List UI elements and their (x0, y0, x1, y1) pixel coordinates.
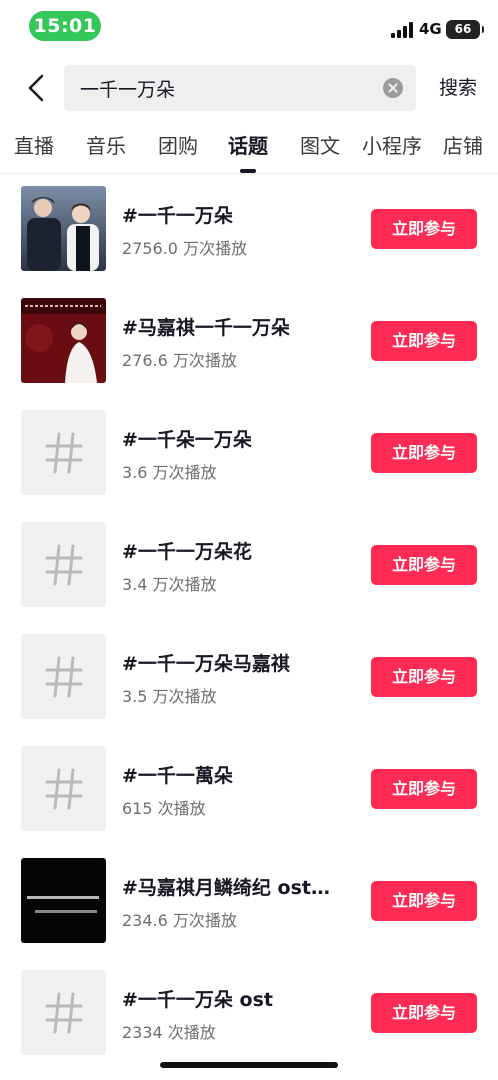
close-icon (388, 83, 398, 93)
tab-music[interactable]: 音乐 (86, 126, 126, 168)
topic-row[interactable]: #一千一万朵 2756.0 万次播放 立即参与 (0, 174, 498, 286)
topic-title: #一千一万朵 (122, 205, 233, 227)
topic-play-count: 276.6 万次播放 (122, 351, 237, 370)
topic-play-count: 3.6 万次播放 (122, 463, 217, 482)
topic-row[interactable]: #一千一万朵花 3.4 万次播放 立即参与 (0, 510, 498, 622)
tab-live[interactable]: 直播 (14, 126, 54, 168)
network-type: 4G (419, 20, 442, 38)
home-indicator[interactable] (160, 1062, 338, 1068)
join-button[interactable]: 立即参与 (371, 321, 477, 361)
category-tabs: 直播 音乐 团购 话题 图文 小程序 店铺 (0, 126, 498, 174)
topic-title: #马嘉祺月鳞绮纪 ost… (122, 877, 330, 899)
tab-mini-programs[interactable]: 小程序 (362, 126, 422, 168)
topic-row[interactable]: #一千一万朵马嘉祺 3.5 万次播放 立即参与 (0, 622, 498, 734)
topic-row[interactable]: #马嘉祺一千一万朵 276.6 万次播放 立即参与 (0, 286, 498, 398)
topic-title: #一千一万朵 ost (122, 989, 273, 1011)
hashtag-icon (21, 634, 106, 719)
topic-play-count: 3.5 万次播放 (122, 687, 217, 706)
back-button[interactable] (18, 68, 54, 108)
topic-title: #马嘉祺一千一万朵 (122, 317, 290, 339)
status-bar: 15:01 4G 66 (0, 0, 498, 56)
status-time: 15:01 (29, 11, 101, 41)
topic-title: #一千一万朵花 (122, 541, 252, 563)
hashtag-icon (21, 746, 106, 831)
hashtag-icon (21, 970, 106, 1055)
search-button[interactable]: 搜索 (431, 72, 485, 104)
topic-play-count: 2756.0 万次播放 (122, 239, 248, 258)
clear-search-button[interactable] (383, 78, 403, 98)
hashtag-icon (21, 522, 106, 607)
topic-thumbnail (21, 858, 106, 943)
signal-icon (391, 22, 413, 38)
join-button[interactable]: 立即参与 (371, 433, 477, 473)
join-button[interactable]: 立即参与 (371, 657, 477, 697)
topic-play-count: 2334 次播放 (122, 1023, 216, 1042)
search-box[interactable] (64, 65, 416, 111)
topic-title: #一千一萬朵 (122, 765, 233, 787)
topic-title: #一千朵一万朵 (122, 429, 252, 451)
join-button[interactable]: 立即参与 (371, 881, 477, 921)
topic-row[interactable]: #一千一萬朵 615 次播放 立即参与 (0, 734, 498, 846)
tab-group-buy[interactable]: 团购 (158, 126, 198, 168)
topic-play-count: 234.6 万次播放 (122, 911, 237, 930)
topic-row[interactable]: #马嘉祺月鳞绮纪 ost… 234.6 万次播放 立即参与 (0, 846, 498, 958)
search-input[interactable] (80, 65, 370, 111)
topic-play-count: 615 次播放 (122, 799, 206, 818)
tab-image-text[interactable]: 图文 (300, 126, 340, 168)
tab-stores[interactable]: 店铺 (443, 126, 483, 168)
chevron-left-icon (28, 74, 44, 102)
join-button[interactable]: 立即参与 (371, 209, 477, 249)
battery-icon: 66 (446, 20, 484, 39)
topic-thumbnail (21, 298, 106, 383)
join-button[interactable]: 立即参与 (371, 993, 477, 1033)
join-button[interactable]: 立即参与 (371, 769, 477, 809)
topic-title: #一千一万朵马嘉祺 (122, 653, 290, 675)
topic-row[interactable]: #一千朵一万朵 3.6 万次播放 立即参与 (0, 398, 498, 510)
hashtag-icon (21, 410, 106, 495)
tab-topics[interactable]: 话题 (228, 126, 268, 168)
join-button[interactable]: 立即参与 (371, 545, 477, 585)
topic-row[interactable]: #一千一万朵 ost 2334 次播放 立即参与 (0, 958, 498, 1070)
topic-thumbnail (21, 186, 106, 271)
topic-play-count: 3.4 万次播放 (122, 575, 217, 594)
